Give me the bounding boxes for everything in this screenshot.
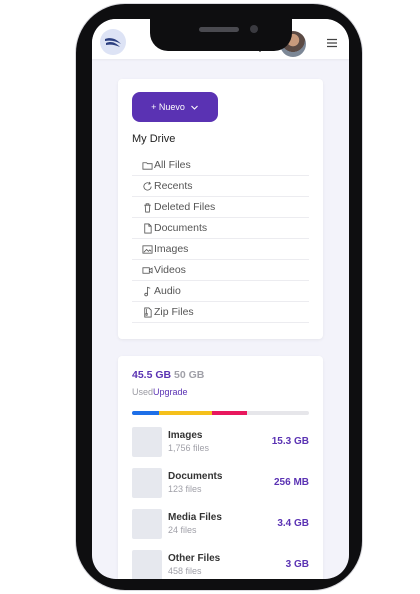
file-category-row[interactable]: Documents 123 files 256 MB [132, 468, 309, 509]
nav-item-label: Recents [154, 180, 193, 192]
nav-item-all-files[interactable]: All Files [132, 155, 309, 176]
storage-subline: UsedUpgrade [132, 387, 188, 397]
storage-used: 45.5 GB [132, 369, 172, 381]
storage-total: 50 GB [174, 369, 205, 381]
drive-title: My Drive [132, 133, 176, 145]
storage-bar-segment [158, 411, 212, 415]
refresh-icon [143, 181, 152, 190]
drive-nav: All Files Recents Deleted Files Document… [132, 155, 309, 323]
file-category-list: Images 1,756 files 15.3 GB Documents 123… [132, 427, 309, 579]
category-count: 1,756 files [168, 443, 210, 453]
new-button[interactable]: + Nuevo [132, 92, 218, 122]
nav-item-images[interactable]: Images [132, 239, 309, 260]
storage-bar-segment [211, 411, 248, 415]
storage-progress-bar [132, 411, 309, 415]
speaker [199, 27, 239, 32]
category-size: 256 MB [273, 477, 309, 488]
used-label: Used [132, 387, 154, 397]
category-thumbnail [132, 509, 162, 539]
nav-item-label: Documents [154, 222, 208, 234]
phone-screen: + Nuevo My Drive All Files Recents Delet… [92, 19, 349, 579]
feather-logo-icon[interactable] [100, 29, 126, 55]
storage-usage: 45.5 GB 50 GB [132, 369, 204, 381]
nav-item-zip-files[interactable]: Zip Files [132, 302, 309, 323]
trash-icon [144, 202, 151, 212]
nav-item-label: Audio [154, 285, 181, 297]
file-category-row[interactable]: Other Files 458 files 3 GB [132, 550, 309, 579]
category-thumbnail [132, 468, 162, 498]
nav-item-label: Zip Files [154, 306, 194, 318]
category-size: 15.3 GB [271, 436, 309, 447]
nav-item-deleted-files[interactable]: Deleted Files [132, 197, 309, 218]
image-icon [142, 244, 153, 254]
new-button-label: + Nuevo [151, 102, 185, 112]
file-category-row[interactable]: Images 1,756 files 15.3 GB [132, 427, 309, 468]
nav-item-recents[interactable]: Recents [132, 176, 309, 197]
nav-item-label: Videos [154, 264, 186, 276]
category-thumbnail [132, 550, 162, 579]
drive-card: + Nuevo My Drive All Files Recents Delet… [118, 79, 323, 339]
chevron-down-icon [191, 105, 198, 110]
phone-notch [150, 19, 292, 51]
category-name: Other Files [168, 553, 221, 564]
nav-item-label: All Files [154, 159, 191, 171]
category-name: Documents [168, 471, 223, 482]
music-note-icon [144, 286, 151, 296]
storage-card: 45.5 GB 50 GB UsedUpgrade Images 1,756 f… [118, 356, 323, 579]
category-count: 123 files [168, 484, 202, 494]
storage-bar-segment [132, 411, 159, 415]
category-name: Images [168, 430, 203, 441]
phone-frame: + Nuevo My Drive All Files Recents Delet… [75, 3, 363, 591]
nav-item-videos[interactable]: Videos [132, 260, 309, 281]
category-size: 3 GB [285, 559, 309, 570]
nav-item-label: Images [154, 243, 189, 255]
document-icon [144, 223, 152, 233]
folder-icon [142, 161, 153, 170]
category-size: 3.4 GB [277, 518, 309, 529]
category-name: Media Files [168, 512, 222, 523]
category-count: 24 files [168, 525, 197, 535]
category-count: 458 files [168, 566, 202, 576]
nav-item-label: Deleted Files [154, 201, 216, 213]
hamburger-menu-icon[interactable] [326, 37, 338, 49]
camera [250, 25, 258, 33]
category-thumbnail [132, 427, 162, 457]
file-category-row[interactable]: Media Files 24 files 3.4 GB [132, 509, 309, 550]
video-icon [142, 266, 153, 274]
zip-file-icon [144, 307, 152, 317]
upgrade-link[interactable]: Upgrade [153, 387, 188, 397]
nav-item-documents[interactable]: Documents [132, 218, 309, 239]
nav-item-audio[interactable]: Audio [132, 281, 309, 302]
